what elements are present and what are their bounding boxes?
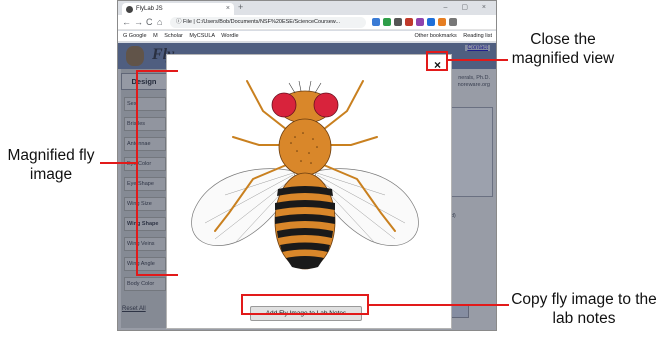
fly-thorax [278, 118, 332, 176]
close-callout-leader [448, 59, 508, 61]
extension-icon[interactable] [383, 18, 391, 26]
magnified-fly-modal: × Add Fly Image to Lab Notes [166, 54, 452, 329]
bookmarks-bar: G Google M Scholar MyCSULA Wordle Other … [118, 31, 496, 42]
bookmark-mycsula[interactable]: MyCSULA [189, 33, 214, 39]
extension-icon[interactable] [438, 18, 446, 26]
magnified-callout-text: Magnified fly image [7, 147, 95, 183]
copy-callout-text: Copy fly image to the lab notes [511, 291, 657, 327]
browser-tab[interactable]: FlyLab JS × [122, 3, 234, 15]
close-callout-text: Close the magnified view [511, 31, 615, 67]
forward-icon[interactable]: → [134, 16, 143, 29]
magnified-callout-leader [100, 162, 136, 164]
back-icon[interactable]: ← [122, 16, 131, 29]
add-button-highlight [241, 294, 369, 315]
bookmark-other[interactable]: Other bookmarks [415, 33, 457, 39]
bookmark-gmail[interactable]: M [153, 33, 158, 39]
extension-icon[interactable] [405, 18, 413, 26]
bookmark-reading-list[interactable]: Reading list [463, 33, 492, 39]
close-button-highlight [426, 51, 448, 71]
magnified-image-bracket [136, 70, 178, 276]
tutorial-figure: FlyLab JS × + – ▢ × ← → C ⌂ ⓘ File | C:/… [0, 0, 658, 341]
favicon-icon [126, 6, 133, 13]
right-eye [313, 92, 339, 118]
reload-icon[interactable]: C [146, 16, 153, 29]
home-icon[interactable]: ⌂ [157, 16, 162, 29]
magnified-fly-image [191, 80, 419, 270]
profile-icon[interactable] [449, 18, 457, 26]
extension-icons [372, 18, 457, 26]
left-eye [271, 92, 297, 118]
bookmark-google[interactable]: G Google [123, 33, 147, 39]
new-tab-button[interactable]: + [238, 2, 243, 12]
bookmark-wordle[interactable]: Wordle [221, 33, 238, 39]
copy-callout-leader [369, 304, 509, 306]
extension-icon[interactable] [394, 18, 402, 26]
tab-close-icon[interactable]: × [226, 3, 230, 15]
extension-icon[interactable] [427, 18, 435, 26]
tab-bar: FlyLab JS × + – ▢ × [118, 1, 496, 15]
bookmark-scholar[interactable]: Scholar [164, 33, 183, 39]
window-controls[interactable]: – ▢ × [444, 3, 492, 11]
star-icon[interactable] [372, 18, 380, 26]
extension-icon[interactable] [416, 18, 424, 26]
browser-toolbar: ← → C ⌂ ⓘ File | C:/Users/Bob/Documents/… [118, 15, 496, 30]
address-bar[interactable]: ⓘ File | C:/Users/Bob/Documents/NSF%20ES… [170, 17, 366, 28]
tab-title: FlyLab JS [136, 6, 163, 12]
